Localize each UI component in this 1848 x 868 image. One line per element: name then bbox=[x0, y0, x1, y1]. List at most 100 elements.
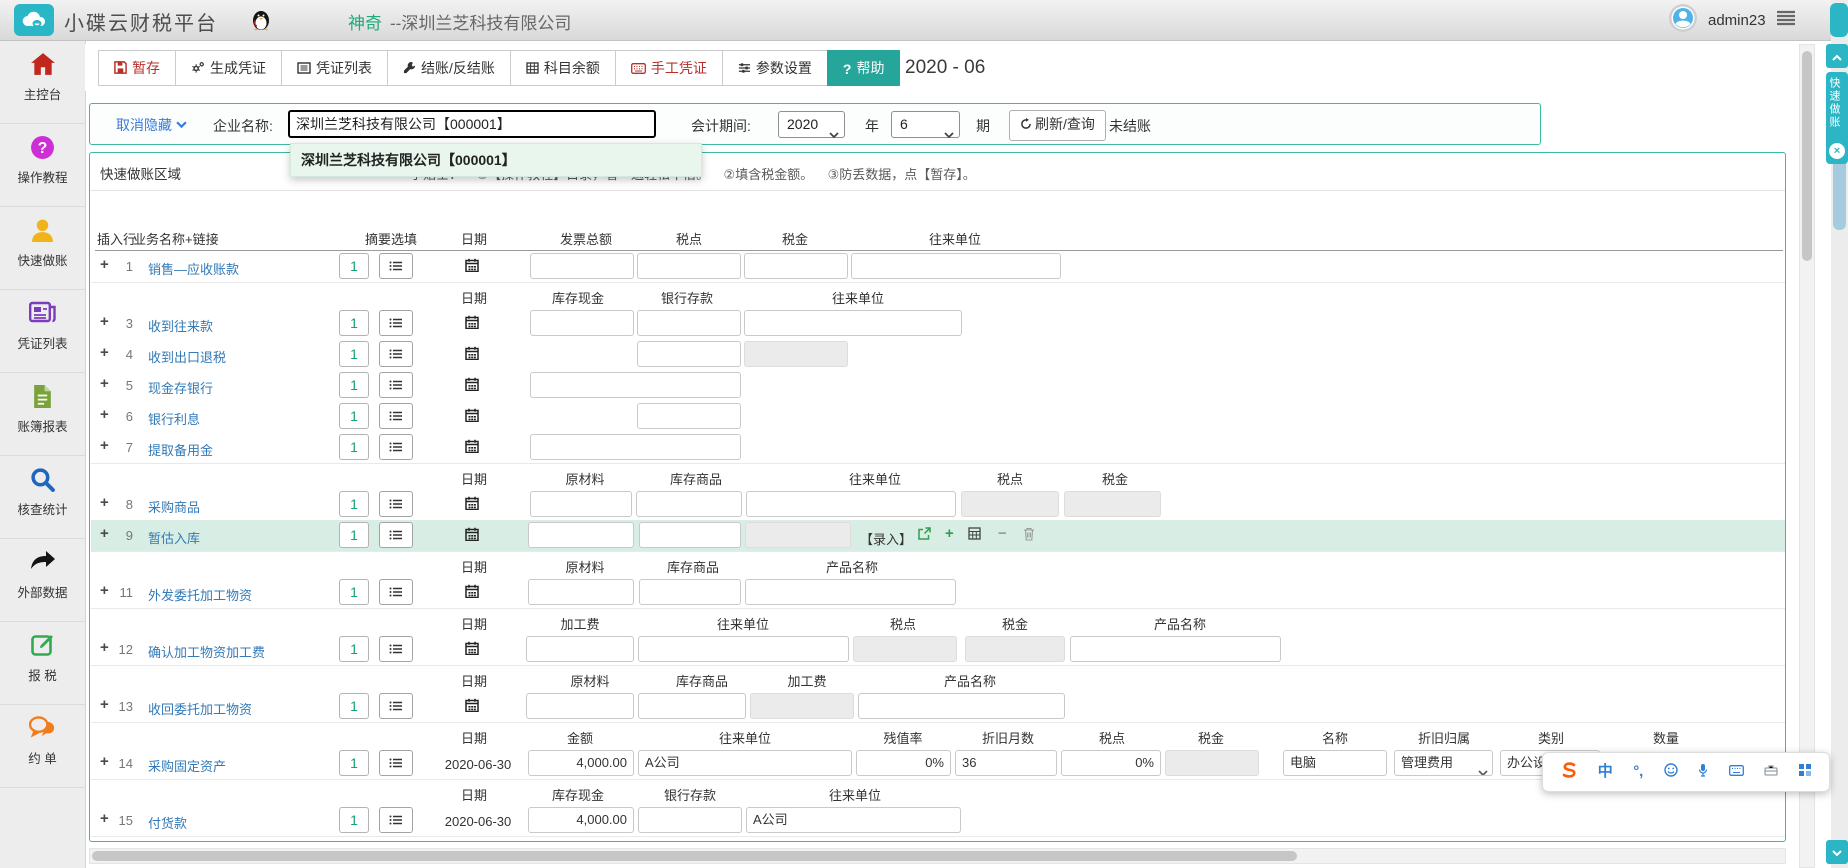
text-input[interactable] bbox=[528, 522, 634, 548]
emoji-icon[interactable] bbox=[1664, 763, 1678, 781]
insert-row-icon[interactable]: + bbox=[100, 494, 109, 511]
text-input[interactable] bbox=[744, 310, 962, 336]
text-input[interactable] bbox=[637, 310, 741, 336]
text-input[interactable] bbox=[744, 253, 848, 279]
year-select[interactable]: 2020 bbox=[778, 111, 845, 138]
unhide-toggle[interactable]: 取消隐藏 bbox=[116, 115, 187, 135]
insert-row-icon[interactable]: + bbox=[100, 344, 109, 361]
text-input[interactable] bbox=[636, 491, 742, 517]
手工凭证-button[interactable]: 手工凭证 bbox=[615, 50, 723, 86]
summary-select-button[interactable] bbox=[379, 434, 413, 460]
text-input[interactable]: 4,000.00 bbox=[528, 807, 634, 833]
vertical-scrollbar[interactable] bbox=[1799, 44, 1815, 868]
insert-row-icon[interactable]: + bbox=[100, 810, 109, 827]
text-input[interactable]: 0% bbox=[856, 750, 951, 776]
business-link[interactable]: 银行利息 bbox=[148, 409, 200, 428]
app-logo-icon[interactable] bbox=[14, 4, 54, 36]
count-box[interactable]: 1 bbox=[339, 253, 369, 279]
参数设置-button[interactable]: 参数设置 bbox=[722, 50, 828, 86]
toolbox-icon[interactable] bbox=[1764, 764, 1778, 780]
text-input[interactable] bbox=[746, 491, 956, 517]
insert-row-icon[interactable]: + bbox=[100, 525, 109, 542]
quick-accounting-tab[interactable]: 快速做账 × bbox=[1826, 72, 1848, 164]
summary-select-button[interactable] bbox=[379, 403, 413, 429]
browser-scrollbar-thumb[interactable] bbox=[1833, 158, 1846, 230]
sidebar-item-凭证列表[interactable]: 凭证列表 bbox=[0, 301, 85, 373]
business-link[interactable]: 付货款 bbox=[148, 813, 187, 832]
vertical-scrollbar-thumb[interactable] bbox=[1802, 51, 1812, 261]
summary-select-button[interactable] bbox=[379, 310, 413, 336]
widget-scroll-up-button[interactable] bbox=[1826, 44, 1848, 68]
text-input[interactable]: 0% bbox=[1061, 750, 1161, 776]
sidebar-item-核查统计[interactable]: 核查统计 bbox=[0, 467, 85, 539]
sidebar-item-报税[interactable]: 报 税 bbox=[0, 633, 85, 705]
text-input[interactable] bbox=[530, 491, 632, 517]
company-suggestion-item[interactable]: 深圳兰芝科技有限公司【000001】 bbox=[290, 143, 702, 177]
sidebar-item-外部数据[interactable]: 外部数据 bbox=[0, 550, 85, 622]
text-input[interactable] bbox=[528, 579, 634, 605]
menu-icon[interactable] bbox=[1776, 10, 1796, 31]
calendar-icon[interactable] bbox=[465, 527, 479, 546]
summary-select-button[interactable] bbox=[379, 253, 413, 279]
insert-row-icon[interactable]: + bbox=[100, 753, 109, 770]
text-input[interactable] bbox=[1070, 636, 1281, 662]
calculator-icon[interactable] bbox=[968, 527, 981, 543]
text-input[interactable]: 4,000.00 bbox=[528, 750, 634, 776]
calendar-icon[interactable] bbox=[465, 496, 479, 515]
business-link[interactable]: 采购固定资产 bbox=[148, 756, 226, 775]
business-link[interactable]: 外发委托加工物资 bbox=[148, 585, 252, 604]
sogou-logo-icon[interactable] bbox=[1561, 762, 1577, 782]
sidebar-item-快速做账[interactable]: 快速做账 bbox=[0, 218, 85, 290]
text-input[interactable]: A公司 bbox=[638, 750, 852, 776]
count-box[interactable]: 1 bbox=[339, 434, 369, 460]
floating-widget-handle[interactable] bbox=[1830, 3, 1848, 37]
summary-select-button[interactable] bbox=[379, 341, 413, 367]
business-link[interactable]: 提取备用金 bbox=[148, 440, 213, 459]
sidebar-item-账簿报表[interactable]: 账簿报表 bbox=[0, 384, 85, 456]
business-link[interactable]: 销售—应收账款 bbox=[148, 259, 239, 278]
business-link[interactable]: 收到往来款 bbox=[148, 316, 213, 335]
select-input[interactable]: 管理费用 bbox=[1394, 750, 1493, 776]
summary-select-button[interactable] bbox=[379, 372, 413, 398]
close-icon[interactable]: × bbox=[1829, 143, 1845, 159]
calendar-icon[interactable] bbox=[465, 258, 479, 277]
sidebar-item-操作教程[interactable]: ?操作教程 bbox=[0, 135, 85, 207]
chinese-mode-icon[interactable]: 中 bbox=[1598, 764, 1613, 780]
minus-icon[interactable]: − bbox=[998, 527, 1007, 541]
calendar-icon[interactable] bbox=[465, 408, 479, 427]
calendar-icon[interactable] bbox=[465, 698, 479, 717]
summary-select-button[interactable] bbox=[379, 807, 413, 833]
text-input[interactable] bbox=[638, 693, 746, 719]
business-link[interactable]: 暂估入库 bbox=[148, 528, 200, 547]
生成凭证-button[interactable]: 生成凭证 bbox=[175, 50, 282, 86]
widget-scroll-down-button[interactable] bbox=[1826, 840, 1848, 864]
text-input[interactable] bbox=[638, 807, 742, 833]
company-input[interactable] bbox=[288, 110, 656, 138]
apps-grid-icon[interactable] bbox=[1799, 764, 1811, 780]
trash-icon[interactable] bbox=[1023, 527, 1035, 544]
text-input[interactable] bbox=[526, 636, 634, 662]
business-link[interactable]: 现金存银行 bbox=[148, 378, 213, 397]
text-input[interactable] bbox=[530, 434, 741, 460]
calendar-icon[interactable] bbox=[465, 584, 479, 603]
keyboard-icon[interactable] bbox=[1729, 764, 1744, 780]
insert-row-icon[interactable]: + bbox=[100, 375, 109, 392]
qq-icon[interactable] bbox=[252, 8, 270, 36]
add-icon[interactable]: + bbox=[945, 527, 954, 541]
business-link[interactable]: 采购商品 bbox=[148, 497, 200, 516]
summary-select-button[interactable] bbox=[379, 636, 413, 662]
mic-icon[interactable] bbox=[1698, 763, 1708, 781]
count-box[interactable]: 1 bbox=[339, 522, 369, 548]
text-input[interactable] bbox=[858, 693, 1065, 719]
sidebar-item-约单[interactable]: 约 单 bbox=[0, 716, 85, 788]
count-box[interactable]: 1 bbox=[339, 636, 369, 662]
insert-row-icon[interactable]: + bbox=[100, 313, 109, 330]
text-input[interactable]: 电脑 bbox=[1283, 750, 1387, 776]
count-box[interactable]: 1 bbox=[339, 372, 369, 398]
summary-select-button[interactable] bbox=[379, 522, 413, 548]
count-box[interactable]: 1 bbox=[339, 491, 369, 517]
科目余额-button[interactable]: 科目余额 bbox=[510, 50, 616, 86]
text-input[interactable] bbox=[530, 310, 634, 336]
count-box[interactable]: 1 bbox=[339, 341, 369, 367]
business-link[interactable]: 收到出口退税 bbox=[148, 347, 226, 366]
